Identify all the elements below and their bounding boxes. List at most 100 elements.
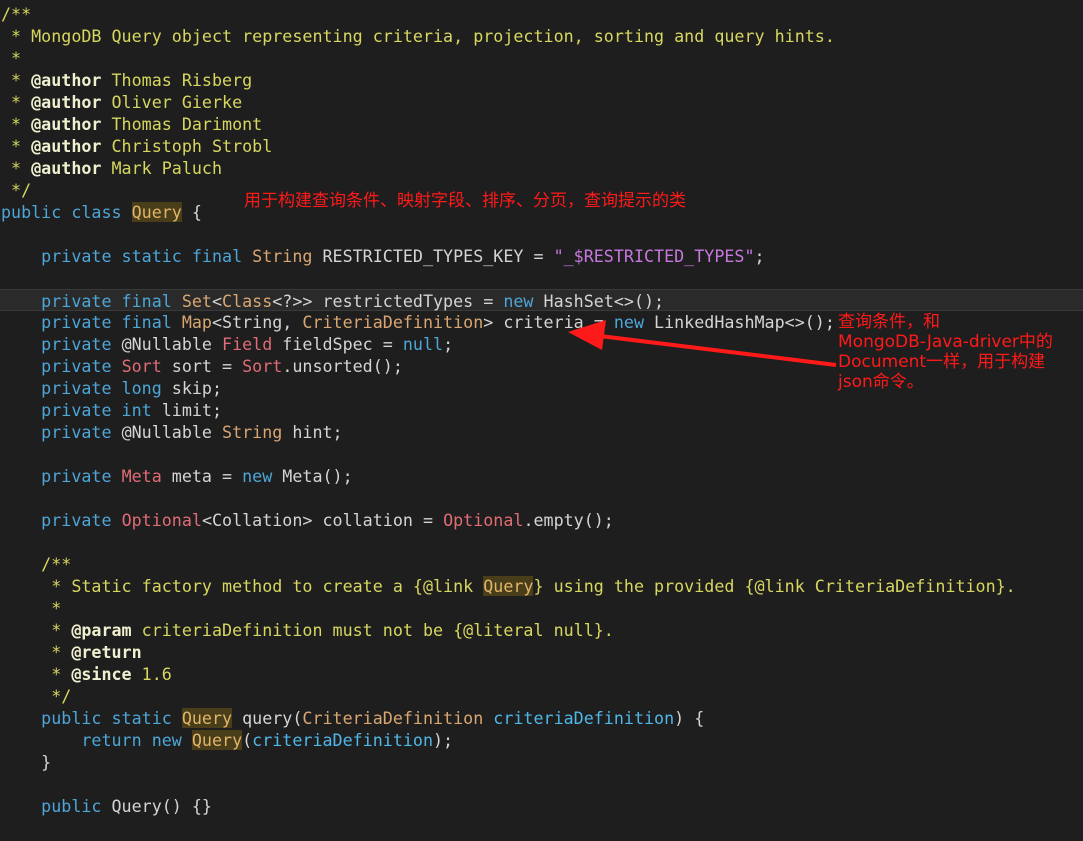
code-token: String	[252, 246, 313, 266]
code-line[interactable]: private long skip;	[1, 377, 222, 399]
code-token: */	[1, 686, 72, 706]
code-line[interactable]: private final Set<Class<?>> restrictedTy…	[0, 289, 1083, 311]
code-token: }	[1, 752, 52, 772]
code-token: <Collation> collation =	[201, 510, 444, 530]
code-token: limit;	[161, 400, 223, 420]
code-token: skip;	[171, 378, 223, 398]
code-token: Thomas Darimont	[101, 114, 263, 134]
code-token: *	[1, 598, 62, 618]
code-token: Meta();	[272, 466, 353, 486]
code-line[interactable]: */	[1, 179, 31, 201]
code-line[interactable]: public static Query query(CriteriaDefini…	[1, 707, 704, 729]
code-token: @author	[31, 92, 102, 112]
code-token: @author	[31, 158, 102, 178]
code-token: @since	[71, 664, 132, 684]
code-token: * Static factory method to create a {@li…	[1, 576, 484, 596]
code-token: hint;	[282, 422, 343, 442]
code-token: .unsorted();	[282, 356, 403, 376]
code-token: Thomas Risberg	[101, 70, 253, 90]
code-line[interactable]: return new Query(criteriaDefinition);	[1, 729, 453, 751]
code-line[interactable]: private @Nullable Field fieldSpec = null…	[1, 333, 453, 355]
code-line[interactable]: */	[1, 685, 71, 707]
code-token: */	[1, 180, 32, 200]
code-line[interactable]: /**	[1, 553, 71, 575]
code-token: Field	[222, 334, 273, 354]
code-token: new	[242, 466, 273, 486]
code-token: *	[1, 136, 32, 156]
code-token: > criteria =	[483, 312, 614, 332]
code-token: private	[1, 422, 122, 442]
code-token: return new	[1, 730, 192, 750]
code-token: *	[1, 664, 72, 684]
code-line[interactable]: * @param criteriaDefinition must not be …	[1, 619, 614, 641]
code-line[interactable]: * @author Thomas Darimont	[1, 113, 262, 135]
code-line[interactable]: *	[1, 47, 21, 69]
code-line[interactable]: * @since 1.6	[1, 663, 172, 685]
code-token: *	[1, 114, 32, 134]
code-line[interactable]: private static final String RESTRICTED_T…	[1, 245, 765, 267]
code-token: *	[1, 620, 72, 640]
code-token: Query	[181, 708, 233, 728]
code-token: meta =	[161, 466, 243, 486]
code-token: new	[503, 291, 534, 311]
code-line[interactable]: * @author Mark Paluch	[1, 157, 222, 179]
code-line[interactable]: public Query() {}	[1, 795, 212, 817]
class-annotation-note: 用于构建查询条件、映射字段、排序、分页，查询提示的类	[244, 191, 686, 211]
code-token: LinkedHashMap<>();	[644, 312, 835, 332]
code-editor[interactable]: /** * MongoDB Query object representing …	[0, 0, 1083, 841]
code-token: HashSet<>();	[533, 291, 665, 311]
code-token: ;	[443, 334, 454, 354]
code-token: @param	[71, 620, 132, 640]
code-token: String	[222, 422, 283, 442]
code-token: private	[1, 510, 122, 530]
code-token: *	[1, 642, 72, 662]
code-token: criteriaDefinition	[493, 708, 675, 728]
code-line[interactable]: * MongoDB Query object representing crit…	[1, 25, 835, 47]
code-line[interactable]: private Sort sort = Sort.unsorted();	[1, 355, 403, 377]
code-line[interactable]: private Optional<Collation> collation = …	[1, 509, 614, 531]
code-line[interactable]: * Static factory method to create a {@li…	[1, 575, 1016, 597]
code-token: Class	[222, 291, 273, 311]
code-token: criteriaDefinition must not be {@literal…	[131, 620, 614, 640]
code-line[interactable]: * @author Thomas Risberg	[1, 69, 252, 91]
code-token: @author	[31, 70, 102, 90]
code-line[interactable]: public class Query {	[1, 201, 202, 223]
code-token: .empty();	[523, 510, 614, 530]
code-token: ;	[754, 246, 765, 266]
code-token: *	[1, 70, 32, 90]
code-token: ) {	[674, 708, 705, 728]
code-token: private final	[1, 291, 182, 311]
code-line[interactable]: private final Map<String, CriteriaDefini…	[1, 311, 835, 333]
code-token: public class	[1, 202, 132, 222]
code-token: @author	[31, 136, 102, 156]
code-token: @Nullable	[121, 334, 223, 354]
code-line[interactable]: * @author Christoph Strobl	[1, 135, 272, 157]
code-line[interactable]: }	[1, 751, 51, 773]
code-token: Query	[191, 730, 243, 750]
code-token: Map	[181, 312, 212, 332]
code-token: private	[1, 466, 122, 486]
code-token: Sort	[242, 356, 283, 376]
code-token: (	[242, 730, 253, 750]
code-token: @author	[31, 114, 102, 134]
code-token: Query	[131, 202, 182, 222]
code-token: /**	[1, 554, 72, 574]
code-token: @Nullable	[121, 422, 223, 442]
code-line[interactable]: * @return	[1, 641, 141, 663]
code-token: Sort	[121, 356, 162, 376]
code-line[interactable]: private @Nullable String hint;	[1, 421, 343, 443]
code-token: /**	[1, 4, 32, 24]
code-token: Optional	[121, 510, 202, 530]
code-line[interactable]: private int limit;	[1, 399, 222, 421]
code-line[interactable]: * @author Oliver Gierke	[1, 91, 242, 113]
code-line[interactable]: /**	[1, 3, 31, 25]
code-token: <String,	[211, 312, 303, 332]
code-token: Set	[181, 291, 212, 311]
code-token: <	[211, 291, 223, 311]
code-token: * MongoDB Query object representing crit…	[1, 26, 835, 46]
code-token: private long	[1, 378, 172, 398]
code-line[interactable]: *	[1, 597, 61, 619]
code-line[interactable]: private Meta meta = new Meta();	[1, 465, 353, 487]
code-token: Meta	[121, 466, 162, 486]
code-token: CriteriaDefinition	[302, 708, 484, 728]
